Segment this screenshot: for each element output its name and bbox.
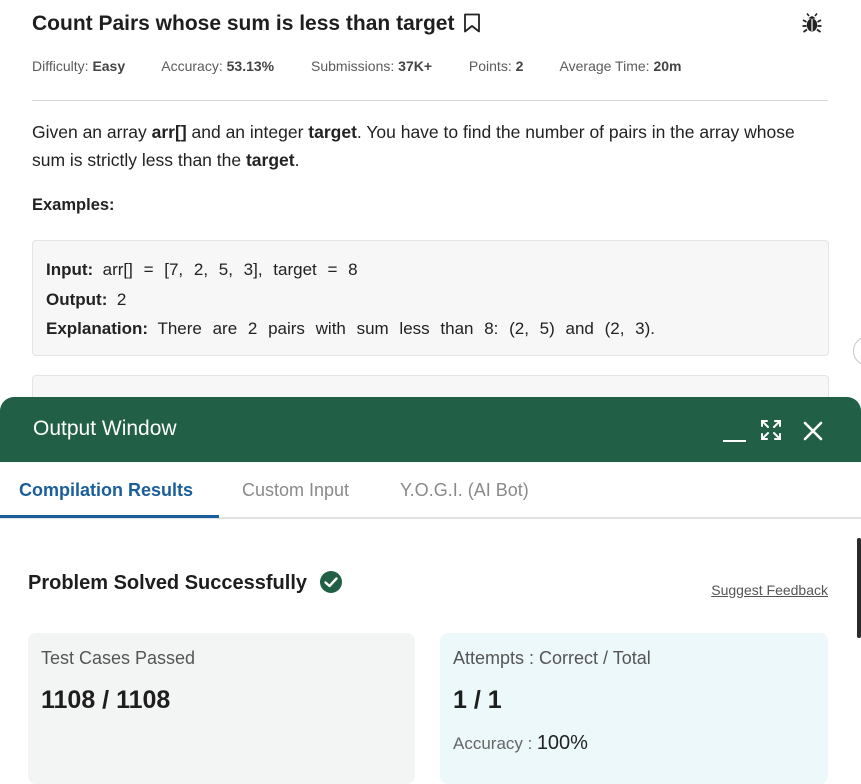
bookmark-icon[interactable] [463,13,481,38]
example-input: Input: arr[] = [7, 2, 5, 3], target = 8 [46,260,358,279]
attempts-value: 1 / 1 [453,686,502,714]
check-circle-icon [319,570,343,600]
attempts-card: Attempts : Correct / Total 1 / 1 Accurac… [440,633,828,784]
title-row: Count Pairs whose sum is less than targe… [32,10,829,40]
tab-yogi-ai-bot[interactable]: Y.O.G.I. (AI Bot) [400,480,529,501]
attempts-label: Attempts : Correct / Total [453,648,651,668]
problem-meta: Difficulty: Easy Accuracy: 53.13% Submis… [32,58,714,74]
status-message: Problem Solved Successfully [28,570,343,600]
accuracy-value: 100% [536,732,588,754]
output-window-title: Output Window [33,417,177,440]
minimize-icon[interactable] [723,422,747,444]
meta-average-time: Average Time: 20m [559,58,682,74]
scrollbar[interactable] [857,538,861,638]
divider [32,100,828,101]
meta-points: Points: 2 [468,58,524,74]
active-tab-indicator [0,515,219,518]
example-output: Output: 2 [46,289,127,309]
tab-custom-input[interactable]: Custom Input [242,480,349,501]
side-toggle-button[interactable] [853,336,861,366]
problem-panel: Count Pairs whose sum is less than targe… [0,0,861,415]
output-window: Output Window Compilation Results Custom… [0,397,861,784]
examples-heading: Examples: [32,196,115,214]
tab-compilation-results[interactable]: Compilation Results [19,480,193,501]
problem-title: Count Pairs whose sum is less than targe… [32,12,455,35]
expand-icon[interactable] [760,419,782,446]
example-explanation: Explanation: There are 2 pairs with sum … [46,319,655,338]
meta-submissions: Submissions: 37K+ [311,58,433,74]
status-text: Problem Solved Successfully [28,572,307,594]
output-window-header: Output Window [0,397,861,462]
accuracy-row: Accuracy : 100% [453,732,815,755]
accuracy-label: Accuracy : [453,734,533,753]
bug-icon[interactable] [801,12,823,39]
test-cases-label: Test Cases Passed [41,648,196,668]
example-box: Input: arr[] = [7, 2, 5, 3], target = 8 … [32,240,829,356]
test-cases-card: Test Cases Passed 1108 / 1108 [28,633,415,784]
problem-description: Given an array arr[] and an integer targ… [32,122,795,170]
close-icon[interactable] [801,419,825,448]
test-cases-value: 1108 / 1108 [41,686,171,714]
suggest-feedback-link[interactable]: Suggest Feedback [711,582,828,598]
meta-accuracy: Accuracy: 53.13% [161,58,275,74]
output-tabs: Compilation Results Custom Input Y.O.G.I… [0,462,861,519]
meta-difficulty: Difficulty: Easy [32,58,126,74]
